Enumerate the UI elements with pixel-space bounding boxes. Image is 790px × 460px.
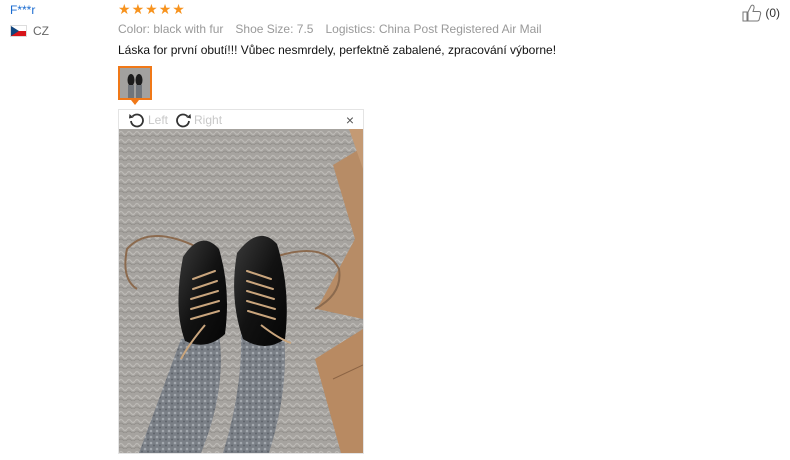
rotate-right-button[interactable]: Right bbox=[174, 112, 222, 128]
shoe-size-attr: Shoe Size: 7.5 bbox=[235, 22, 314, 36]
review-text: Láska for první obutí!!! Vůbec nesmrdely… bbox=[118, 43, 557, 57]
star-icon: ★ bbox=[118, 1, 131, 17]
logistics-attr: Logistics: China Post Registered Air Mai… bbox=[325, 22, 542, 36]
color-attr: Color: black with fur bbox=[118, 22, 224, 36]
viewer-toolbar: Left Right × bbox=[119, 110, 363, 129]
helpful-count: (0) bbox=[765, 6, 780, 20]
country-code: CZ bbox=[33, 24, 49, 38]
helpful-button[interactable]: (0) bbox=[742, 4, 780, 22]
rotate-right-icon bbox=[176, 113, 192, 127]
star-icon: ★ bbox=[145, 1, 158, 17]
star-icon: ★ bbox=[158, 1, 172, 17]
review-meta: Color: black with fur Shoe Size: 7.5 Log… bbox=[118, 22, 542, 36]
thumbs-up-icon bbox=[742, 4, 762, 22]
reviewer-country: CZ bbox=[10, 24, 49, 38]
star-icon: ★ bbox=[131, 1, 145, 17]
rotate-left-button[interactable]: Left bbox=[128, 112, 168, 128]
star-icon: ★ bbox=[172, 1, 185, 17]
close-icon[interactable]: × bbox=[346, 112, 354, 128]
review-photo-image bbox=[119, 129, 363, 453]
rotate-right-label: Right bbox=[194, 112, 223, 127]
star-rating: ★ ★ ★ ★ ★ bbox=[118, 2, 185, 16]
rotate-left-icon bbox=[129, 113, 144, 127]
thumbnail-image bbox=[120, 68, 150, 98]
review-photo-thumbnail[interactable] bbox=[118, 66, 152, 100]
photo-viewer: Left Right × bbox=[118, 109, 364, 454]
rotate-left-label: Left bbox=[148, 112, 169, 127]
reviewer-name: F***r bbox=[10, 3, 36, 17]
czech-flag-icon bbox=[10, 25, 27, 37]
thumbnail-pointer bbox=[131, 100, 139, 105]
review-photo bbox=[119, 129, 363, 453]
